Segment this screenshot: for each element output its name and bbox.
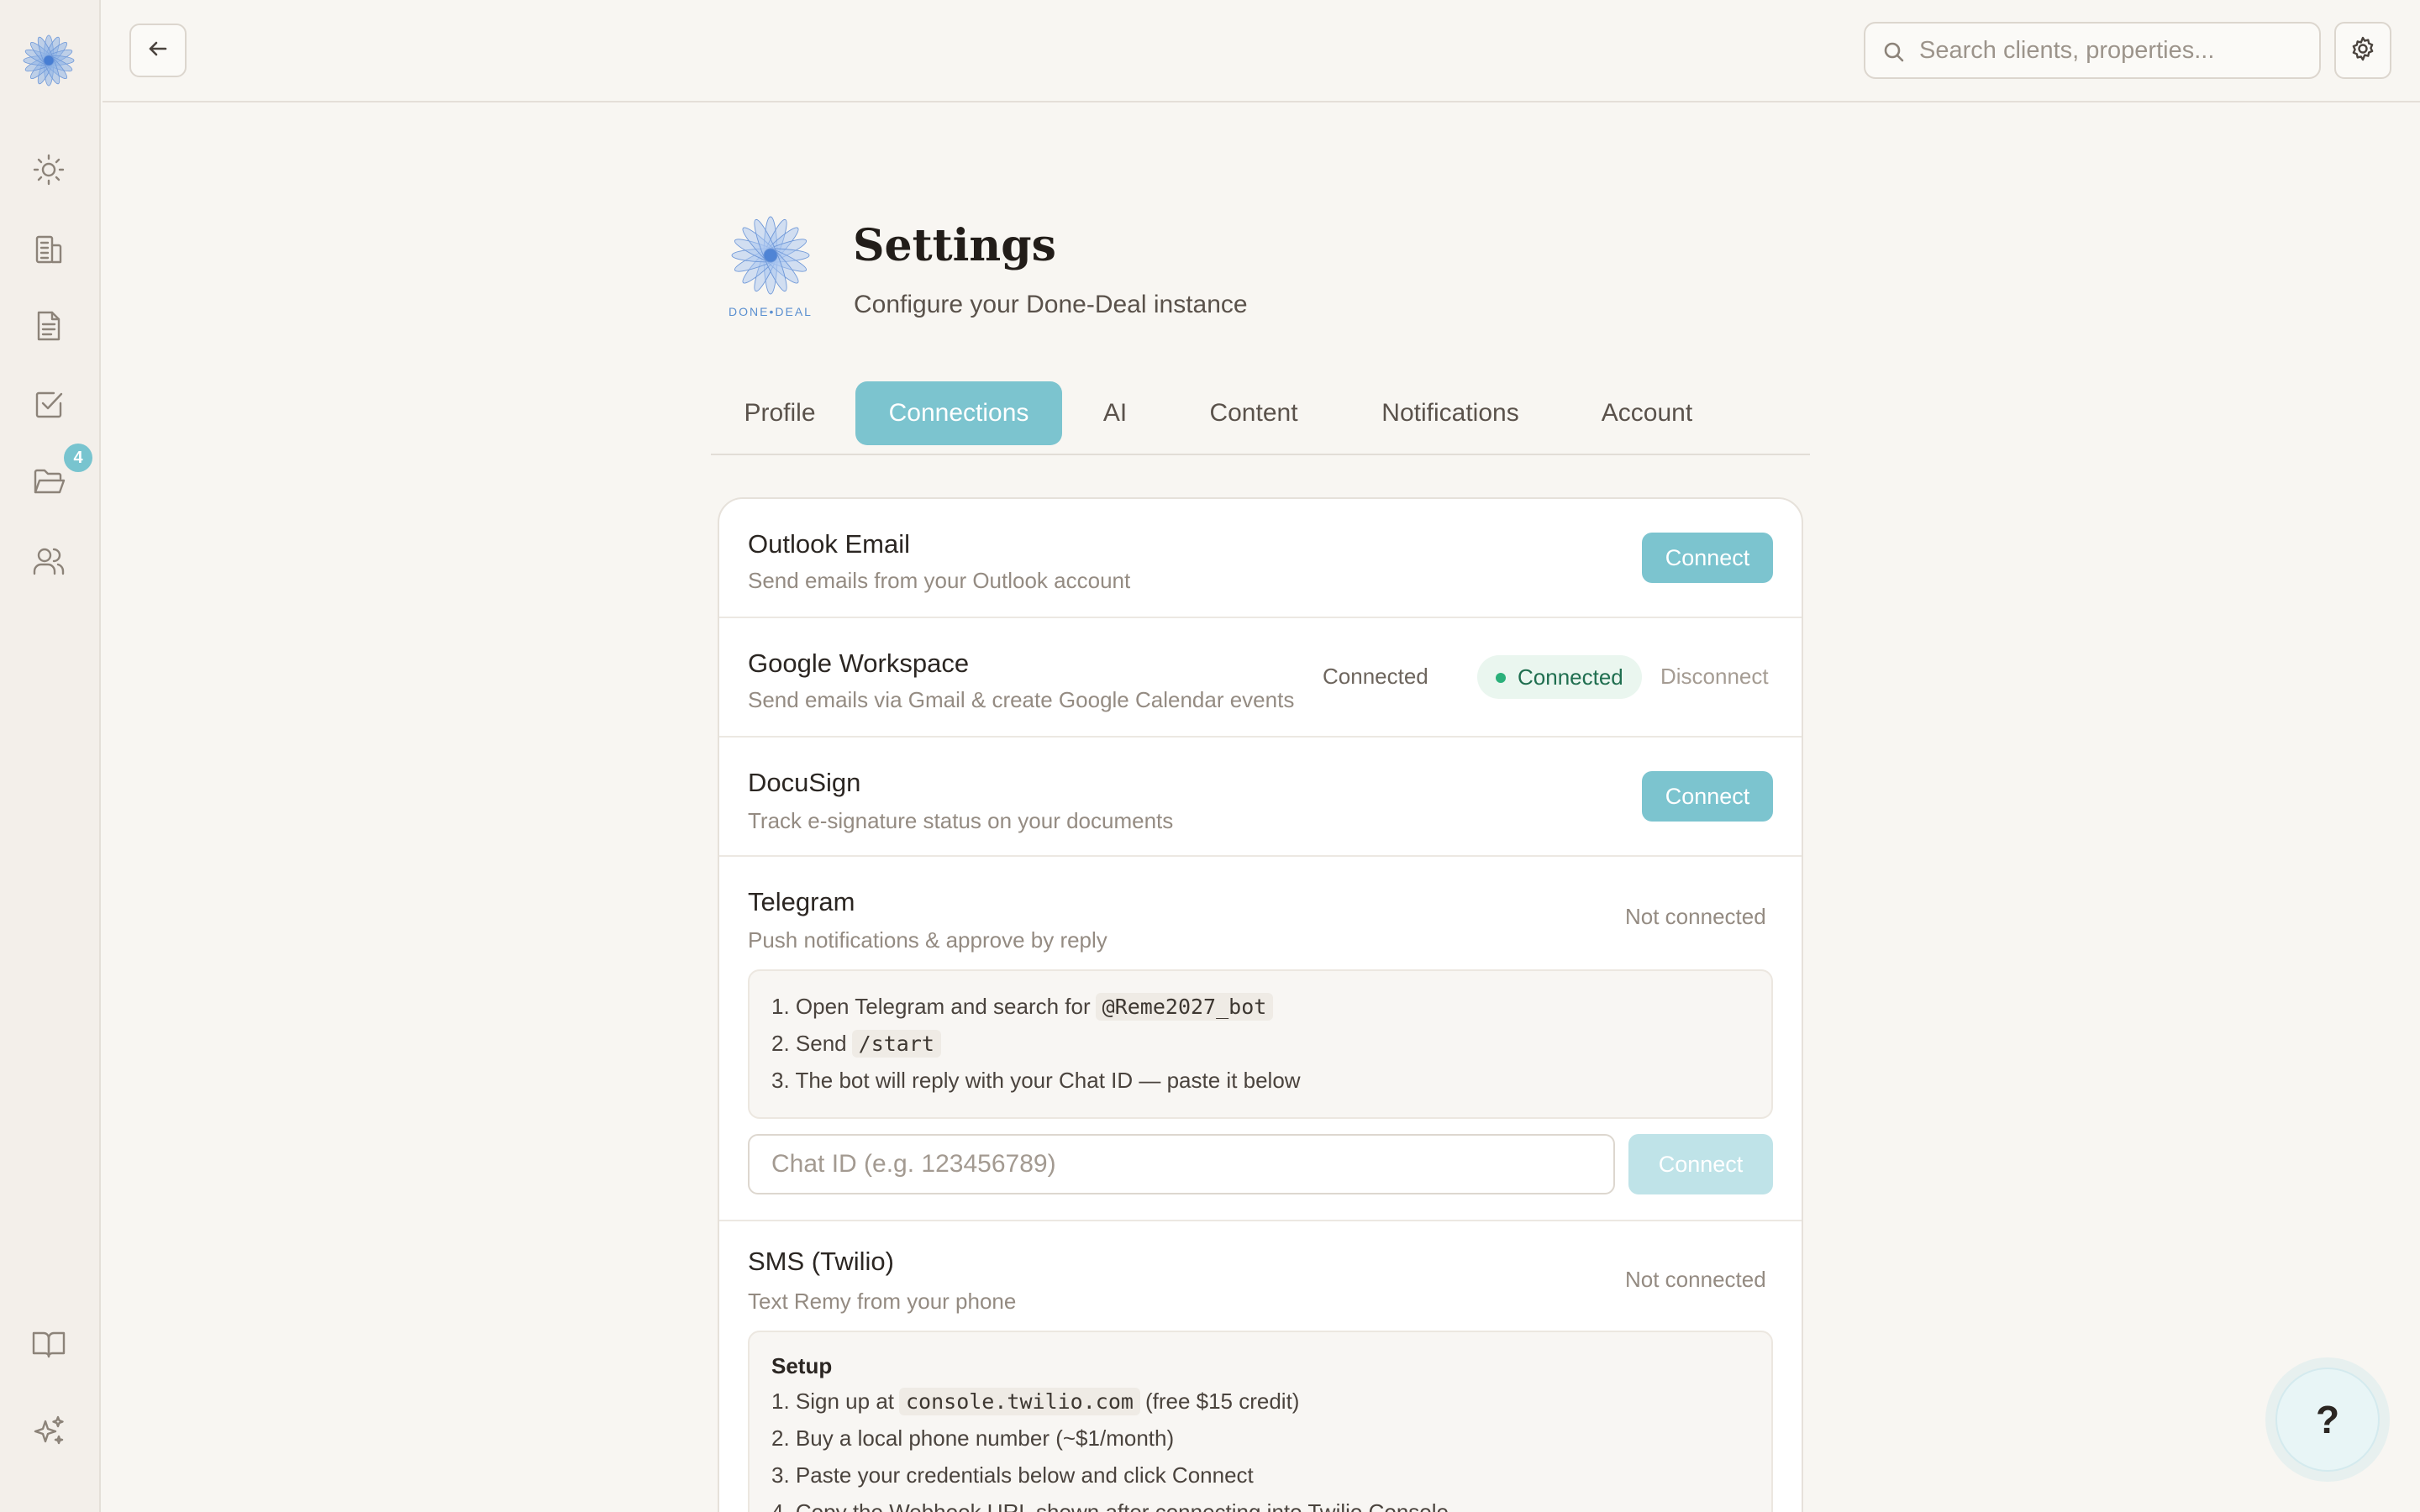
brand-logo-text: DONE•DEAL <box>729 305 813 318</box>
instruction-step: 3. Paste your credentials below and clic… <box>771 1462 1254 1488</box>
users-icon <box>30 543 67 584</box>
chat-id-input[interactable] <box>748 1134 1615 1194</box>
page-subtitle: Configure your Done-Deal instance <box>854 291 1248 318</box>
gear-icon <box>2349 35 2376 66</box>
google-disconnect-link[interactable]: Disconnect <box>1660 664 1769 690</box>
help-button[interactable]: ? <box>2275 1368 2380 1472</box>
page-title: Settings <box>853 220 1056 271</box>
connection-title: Telegram <box>748 887 855 916</box>
settings-button[interactable] <box>2334 22 2391 79</box>
sidebar-item-ai[interactable] <box>25 1410 72 1457</box>
connection-title: Outlook Email <box>748 529 910 559</box>
document-icon <box>30 307 67 349</box>
sidebar-item-documents[interactable] <box>25 304 72 351</box>
connection-sms: SMS (Twilio) Text Remy from your phone N… <box>719 1221 1802 1512</box>
connection-description: Track e-signature status on your documen… <box>748 808 1174 833</box>
tab-account[interactable]: Account <box>1560 381 1734 445</box>
search-icon <box>1881 39 1907 66</box>
connection-outlook: Outlook Email Send emails from your Outl… <box>719 499 1802 618</box>
folders-count-badge: 4 <box>64 444 92 472</box>
folder-open-icon <box>30 464 67 505</box>
tab-notifications[interactable]: Notifications <box>1339 381 1561 445</box>
connection-docusign: DocuSign Track e-signature status on you… <box>719 738 1802 857</box>
tab-connections[interactable]: Connections <box>855 381 1062 445</box>
telegram-status: Not connected <box>1625 904 1766 929</box>
back-button[interactable] <box>129 24 187 77</box>
tab-content[interactable]: Content <box>1171 381 1336 445</box>
telegram-instructions: 1. Open Telegram and search for @Reme202… <box>748 969 1773 1119</box>
outlook-connect-button[interactable]: Connect <box>1642 533 1773 583</box>
connection-telegram: Telegram Push notifications & approve by… <box>719 857 1802 1221</box>
tab-profile[interactable]: Profile <box>729 381 830 445</box>
topbar <box>103 0 2420 102</box>
sms-setup-instructions: Setup 1. Sign up at console.twilio.com (… <box>748 1331 1773 1512</box>
tab-ai[interactable]: AI <box>1089 381 1141 445</box>
bot-handle-code: @Reme2027_bot <box>1095 992 1274 1021</box>
sms-status: Not connected <box>1625 1267 1766 1292</box>
search-box[interactable] <box>1864 22 2321 79</box>
connection-title: Google Workspace <box>748 648 970 678</box>
connected-badge-label: Connected <box>1518 664 1623 690</box>
google-status-text: Connected <box>1323 664 1428 689</box>
sidebar-item-tasks[interactable] <box>25 383 72 430</box>
twilio-url-code: console.twilio.com <box>899 1387 1140 1415</box>
sun-icon <box>30 151 67 192</box>
sidebar-item-properties[interactable] <box>25 227 72 274</box>
settings-tabs: Profile Connections AI Content Notificat… <box>711 380 1810 455</box>
building-icon <box>30 230 67 271</box>
connection-title: SMS (Twilio) <box>748 1247 894 1276</box>
instruction-step: 1. Sign up at console.twilio.com (free $… <box>771 1387 1300 1415</box>
connection-title: DocuSign <box>748 768 861 797</box>
status-dot-icon <box>1496 673 1506 683</box>
sidebar-item-clients[interactable] <box>25 539 72 586</box>
docusign-connect-button[interactable]: Connect <box>1642 771 1773 822</box>
connection-description: Send emails via Gmail & create Google Ca… <box>748 687 1295 712</box>
sidebar-item-guide[interactable] <box>25 1322 72 1369</box>
connection-description: Send emails from your Outlook account <box>748 568 1131 593</box>
telegram-connect-button[interactable]: Connect <box>1628 1134 1773 1194</box>
instruction-step: 2. Buy a local phone number (~$1/month) <box>771 1425 1175 1451</box>
app-root: 4 Search clients, properties... DONE•DEA… <box>0 0 2420 1512</box>
connection-description: Push notifications & approve by reply <box>748 927 1107 953</box>
instruction-step: 3. The bot will reply with your Chat ID … <box>771 1067 1301 1093</box>
instruction-step: 2. Send /start <box>771 1025 1749 1062</box>
sparkles-icon <box>30 1413 67 1454</box>
connection-description: Text Remy from your phone <box>748 1289 1017 1314</box>
connections-card: Outlook Email Send emails from your Outl… <box>718 497 1803 1512</box>
app-logo[interactable] <box>17 29 81 92</box>
search-input[interactable] <box>1919 36 2306 65</box>
checkbox-icon <box>30 386 67 428</box>
google-connected-badge: Connected <box>1477 655 1642 699</box>
connection-google: Google Workspace Send emails via Gmail &… <box>719 618 1802 738</box>
instruction-step: 1. Open Telegram and search for @Reme202… <box>771 988 1749 1025</box>
setup-heading: Setup <box>771 1352 833 1378</box>
instruction-step: 4. Copy the Webhook URL shown after conn… <box>771 1499 1449 1512</box>
brand-logo: DONE•DEAL <box>723 212 818 321</box>
sidebar-item-folders[interactable] <box>25 460 72 507</box>
book-icon <box>30 1326 67 1367</box>
sidebar: 4 <box>0 0 101 1512</box>
sidebar-item-dashboard[interactable] <box>25 148 72 195</box>
arrow-left-icon <box>145 36 171 66</box>
start-command-code: /start <box>851 1029 941 1058</box>
